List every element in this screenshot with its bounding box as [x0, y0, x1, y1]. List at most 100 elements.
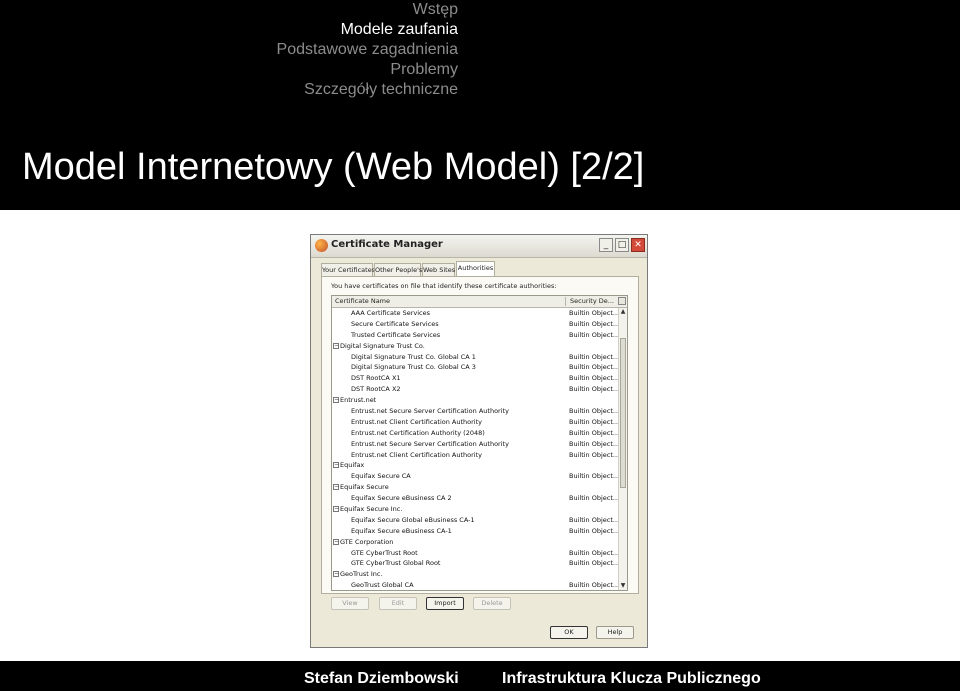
tree-row[interactable]: Entrust.net Client Certification Authori…	[332, 450, 619, 461]
certificate-name: Entrust.net Client Certification Authori…	[351, 417, 483, 426]
help-button[interactable]: Help	[596, 626, 634, 639]
tree-scrollbar[interactable]: ▲ ▼	[618, 308, 627, 590]
column-security-device[interactable]: Security De...	[570, 297, 614, 305]
security-device: Builtin Object...	[569, 363, 620, 372]
tree-group-row[interactable]: − Equifax Secure	[332, 482, 618, 493]
certificate-name: Secure Certificate Services	[351, 319, 439, 328]
nav-item-wstep[interactable]: Wstęp	[277, 0, 458, 20]
security-device: Builtin Object...	[569, 417, 620, 426]
delete-button[interactable]: Delete	[473, 597, 511, 610]
certificate-name: AAA Certificate Services	[351, 309, 431, 317]
certificate-name: Entrust.net	[340, 396, 377, 405]
column-separator[interactable]	[565, 297, 566, 306]
scroll-thumb[interactable]	[620, 338, 626, 488]
certificate-manager-window: Certificate Manager _ □ ✕ Your Certifica…	[310, 234, 648, 648]
tree-row[interactable]: Equifax Secure eBusiness CA 2 Builtin Obj…	[332, 493, 620, 504]
tree-row[interactable]: Equifax Secure eBusiness CA-1 Builtin Obj…	[332, 526, 620, 537]
tree-header: Certificate Name Security De...	[332, 296, 627, 308]
ok-button[interactable]: OK	[550, 626, 588, 639]
security-device: Builtin Object...	[569, 309, 620, 317]
certificate-name: GeoTrust Inc.	[340, 570, 383, 579]
tree-row[interactable]: AAA Certificate Services Builtin Object..…	[332, 308, 620, 319]
tab-authorities[interactable]: Authorities	[456, 261, 495, 276]
tree-row[interactable]: DST RootCA X1 Builtin Object...	[332, 373, 620, 384]
tree-row[interactable]: Trusted Certificate Services Builtin Obje…	[332, 330, 619, 341]
certificate-name: GTE CyberTrust Global Root	[351, 559, 441, 568]
certificate-name: DST RootCA X2	[351, 385, 401, 394]
maximize-button[interactable]: □	[615, 238, 629, 252]
footer-course: Infrastruktura Klucza Publicznego	[502, 670, 761, 687]
tab-your-certificates[interactable]: Your Certificates	[321, 263, 375, 276]
certificate-tree[interactable]: Certificate Name Security De... AAA Cert…	[331, 295, 628, 591]
tree-row[interactable]: GTE CyberTrust Root Builtin Object...	[332, 548, 620, 559]
tab-other-peoples[interactable]: Other People's	[374, 263, 422, 276]
certificate-name: Equifax Secure eBusiness CA-1	[351, 526, 452, 535]
tree-group-row[interactable]: − GeoTrust Inc.	[332, 569, 618, 580]
scroll-down-icon[interactable]: ▼	[619, 582, 627, 590]
view-button[interactable]: View	[331, 597, 369, 610]
edit-button[interactable]: Edit	[379, 597, 417, 610]
tree-row[interactable]: Digital Signature Trust Co. Global CA 1 B…	[332, 352, 619, 363]
security-device: Builtin Object...	[569, 548, 620, 557]
tree-group-row[interactable]: − Equifax	[332, 460, 618, 471]
nav-item-szczegoly-techniczne[interactable]: Szczegóły techniczne	[277, 80, 458, 100]
firefox-icon	[315, 239, 328, 252]
authorities-panel: You have certificates on file that ident…	[321, 276, 639, 594]
tree-row[interactable]: Secure Certificate Services Builtin Objec…	[332, 319, 620, 330]
collapse-icon[interactable]: −	[333, 484, 339, 491]
collapse-icon[interactable]: −	[333, 538, 339, 545]
security-device: Builtin Object...	[569, 374, 620, 383]
tree-row[interactable]: DST RootCA X2 Builtin Object...	[332, 384, 620, 395]
close-button[interactable]: ✕	[631, 238, 645, 252]
tab-web-sites[interactable]: Web Sites	[422, 263, 455, 276]
certificate-name: Entrust.net Certification Authority (204…	[351, 428, 485, 437]
nav-item-podstawowe-zagadnienia[interactable]: Podstawowe zagadnienia	[277, 40, 458, 60]
security-device: Builtin Object...	[569, 515, 620, 524]
minimize-button[interactable]: _	[599, 238, 613, 252]
tree-row[interactable]: Entrust.net Certification Authority (204…	[332, 428, 619, 439]
security-device: Builtin Object...	[569, 526, 620, 535]
tree-row[interactable]: GeoTrust Global CA Builtin Object...	[332, 580, 620, 590]
column-picker-icon[interactable]	[618, 297, 626, 305]
tree-row[interactable]: Equifax Secure CA Builtin Object...	[332, 471, 620, 482]
collapse-icon[interactable]: −	[333, 342, 339, 349]
certificate-name: Equifax	[340, 461, 365, 470]
certificate-name: Equifax Secure	[340, 483, 389, 492]
collapse-icon[interactable]: −	[333, 506, 339, 513]
security-device: Builtin Object...	[569, 494, 620, 503]
import-button[interactable]: Import	[426, 597, 464, 610]
security-device: Builtin Object...	[569, 319, 620, 328]
slide-footer: Stefan Dziembowski Infrastruktura Klucza…	[0, 661, 960, 691]
certificate-name: GTE CyberTrust Root	[351, 548, 418, 557]
column-certificate-name[interactable]: Certificate Name	[335, 297, 390, 305]
tree-row[interactable]: Digital Signature Trust Co. Global CA 3 B…	[332, 362, 620, 373]
collapse-icon[interactable]: −	[333, 462, 339, 469]
certificate-name: Equifax Secure CA	[351, 472, 411, 481]
tree-group-row[interactable]: − Entrust.net	[332, 395, 618, 406]
security-device: Builtin Object...	[569, 581, 620, 590]
security-device: Builtin Object...	[569, 407, 620, 416]
certificate-name: Entrust.net Secure Server Certification …	[351, 407, 509, 416]
window-titlebar[interactable]: Certificate Manager _ □ ✕	[311, 235, 647, 258]
footer-author: Stefan Dziembowski	[304, 670, 459, 687]
security-device: Builtin Object...	[569, 439, 620, 448]
certificate-name: Digital Signature Trust Co.	[340, 341, 425, 350]
nav-item-problemy[interactable]: Problemy	[277, 60, 458, 80]
security-device: Builtin Object...	[569, 472, 620, 481]
nav-item-modele-zaufania[interactable]: Modele zaufania	[277, 20, 458, 40]
collapse-icon[interactable]: −	[333, 397, 339, 404]
certificate-name: GeoTrust Global CA	[351, 581, 414, 590]
tree-row[interactable]: Entrust.net Client Certification Authori…	[332, 417, 620, 428]
tree-row[interactable]: GTE CyberTrust Global Root Builtin Object…	[332, 558, 619, 569]
slide-title: Model Internetowy (Web Model) [2/2]	[22, 146, 645, 188]
tree-row[interactable]: Equifax Secure Global eBusiness CA-1 Buil…	[332, 515, 620, 526]
tree-group-row[interactable]: − Digital Signature Trust Co.	[332, 341, 618, 352]
certificate-name: Entrust.net Secure Server Certification …	[351, 439, 509, 448]
tree-row[interactable]: Entrust.net Secure Server Certification …	[332, 439, 620, 450]
collapse-icon[interactable]: −	[333, 571, 339, 578]
scroll-up-icon[interactable]: ▲	[619, 308, 627, 316]
tree-group-row[interactable]: − GTE Corporation	[332, 537, 618, 548]
tree-row[interactable]: Entrust.net Secure Server Certification …	[332, 406, 620, 417]
security-device: Builtin Object...	[569, 385, 620, 394]
tree-group-row[interactable]: − Equifax Secure Inc.	[332, 504, 618, 515]
